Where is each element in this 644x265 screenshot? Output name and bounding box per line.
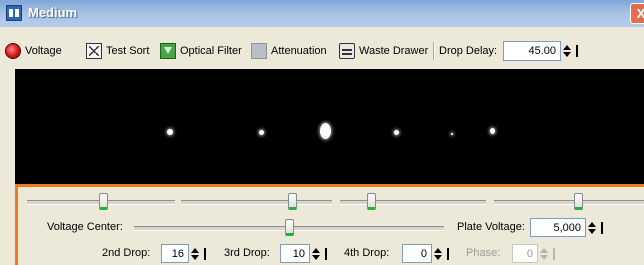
drop-spot — [451, 133, 453, 135]
drop-delay-field[interactable]: 45.00 — [503, 41, 561, 61]
test-sort-icon — [86, 43, 102, 59]
drop-spot — [167, 129, 173, 135]
toolbar-separator — [433, 42, 435, 60]
attenuation-button[interactable]: Attenuation — [251, 41, 327, 61]
waste-drawer-label: Waste Drawer — [359, 45, 429, 57]
optical-filter-button[interactable]: Optical Filter — [160, 41, 242, 61]
fourth-drop-field[interactable]: 0 — [402, 244, 432, 263]
app-icon — [6, 5, 22, 21]
drop-delay-stepper[interactable]: 45.00 — [503, 41, 580, 61]
third-drop-stepper[interactable]: 10 — [280, 244, 329, 263]
drop-delay-label-wrap: Drop Delay: — [439, 41, 497, 61]
third-drop-spin-arrows[interactable] — [312, 244, 323, 263]
slider-2-thumb[interactable] — [288, 193, 297, 210]
test-sort-button[interactable]: Test Sort — [86, 41, 149, 61]
phase-stepper: 0 — [512, 244, 557, 263]
drop-spot — [394, 130, 399, 135]
third-drop-spin-bar[interactable] — [323, 244, 329, 263]
third-drop-field[interactable]: 10 — [280, 244, 310, 263]
waste-drawer-icon — [339, 43, 355, 59]
fourth-drop-spin-arrows[interactable] — [434, 244, 445, 263]
second-drop-spin-arrows[interactable] — [191, 244, 202, 263]
plate-voltage-label: Plate Voltage: — [457, 221, 525, 233]
plate-voltage-stepper[interactable]: 5,000 — [530, 218, 605, 237]
drop-delay-label: Drop Delay: — [439, 45, 498, 57]
plate-voltage-spin-arrows[interactable] — [588, 218, 599, 237]
fourth-drop-stepper[interactable]: 0 — [402, 244, 451, 263]
title-bar[interactable]: Medium X — [0, 0, 644, 27]
drop-spot — [320, 123, 331, 139]
attenuation-icon — [251, 43, 267, 59]
window-title: Medium — [28, 5, 78, 20]
voltage-center-thumb[interactable] — [285, 219, 294, 236]
slider-3-thumb[interactable] — [367, 193, 376, 210]
voltage-button[interactable]: Voltage — [5, 41, 62, 61]
voltage-center-label: Voltage Center: — [47, 221, 123, 233]
test-sort-label: Test Sort — [106, 45, 150, 57]
plate-voltage-spin-bar[interactable] — [599, 218, 605, 237]
control-panel: Voltage Center: Plate Voltage: 5,000 2nd… — [15, 184, 644, 265]
drop-spot — [259, 130, 264, 135]
phase-spin-bar — [551, 244, 557, 263]
second-drop-stepper[interactable]: 16 — [161, 244, 208, 263]
second-drop-label: 2nd Drop: — [102, 247, 151, 259]
slider-1-thumb[interactable] — [99, 193, 108, 210]
plate-voltage-field[interactable]: 5,000 — [530, 218, 586, 237]
optical-filter-icon — [160, 43, 176, 59]
phase-field: 0 — [512, 244, 538, 263]
slider-4-thumb[interactable] — [574, 193, 583, 210]
slider-2-track[interactable] — [181, 200, 332, 205]
phase-label: Phase: — [466, 247, 501, 259]
medium-window: Medium X Voltage Test Sort Optical Filte… — [0, 0, 644, 265]
toolbar: Voltage Test Sort Optical Filter Attenua… — [0, 39, 644, 63]
second-drop-spin-bar[interactable] — [202, 244, 208, 263]
drop-delay-spin-bar[interactable] — [574, 41, 580, 61]
fourth-drop-spin-bar[interactable] — [445, 244, 451, 263]
voltage-icon — [5, 43, 21, 59]
slider-4-track[interactable] — [494, 200, 644, 205]
fourth-drop-label: 4th Drop: — [344, 247, 390, 259]
waste-drawer-button[interactable]: Waste Drawer — [339, 41, 428, 61]
third-drop-label: 3rd Drop: — [224, 247, 270, 259]
attenuation-label: Attenuation — [271, 45, 327, 57]
close-button[interactable]: X — [630, 3, 644, 24]
drop-camera-view — [15, 69, 644, 184]
slider-3-track[interactable] — [340, 200, 486, 205]
voltage-label: Voltage — [25, 45, 62, 57]
drop-delay-spin-arrows[interactable] — [563, 41, 574, 61]
optical-filter-label: Optical Filter — [180, 45, 242, 57]
phase-spin-arrows — [540, 244, 551, 263]
drop-spot — [490, 128, 495, 134]
second-drop-field[interactable]: 16 — [161, 244, 189, 263]
